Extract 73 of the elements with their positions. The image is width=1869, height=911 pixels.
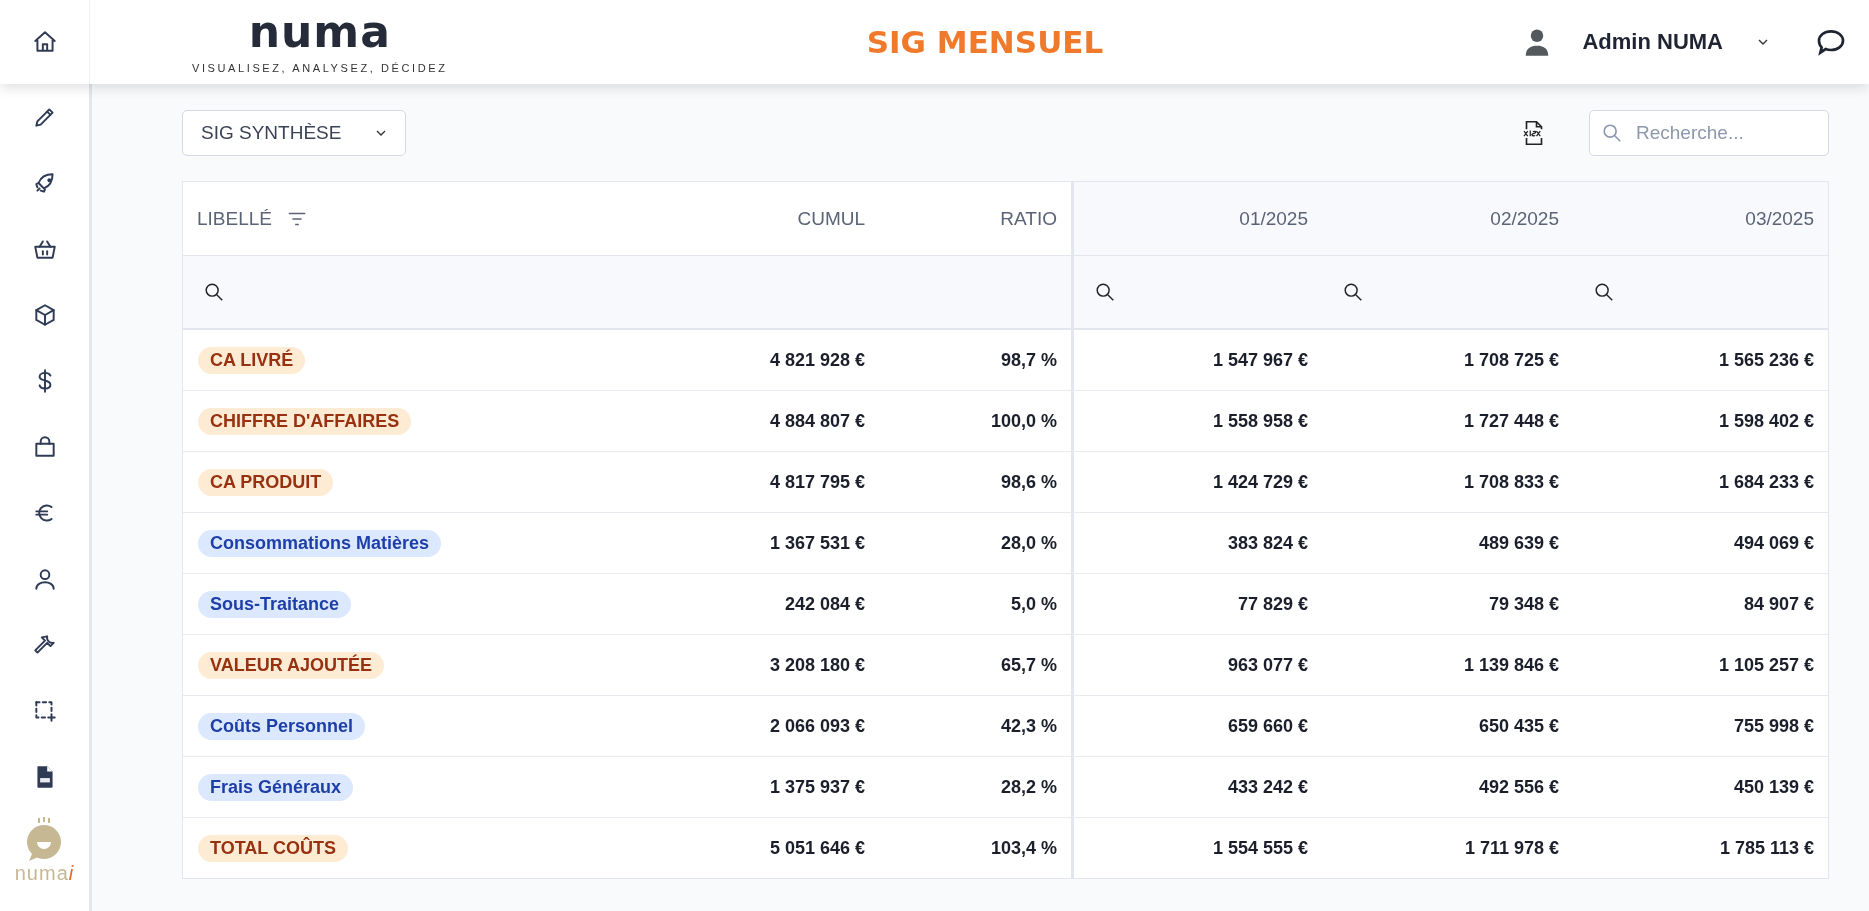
table-cell: 1 711 978 € [1464,837,1559,859]
table-cell: 42,3 % [1000,715,1057,737]
search-icon [1601,122,1623,144]
table-cell: 1 375 937 € [769,776,865,798]
column-header[interactable]: 01/2025 [1239,207,1308,230]
table-cell: 1 139 846 € [1463,654,1559,676]
table-cell: 1 708 833 € [1463,471,1559,493]
chatbot-logo-text: numai [14,862,75,885]
table-cell: 1 565 236 € [1718,349,1814,371]
search-icon[interactable] [1593,281,1615,303]
table-cell: 77 829 € [1237,593,1308,615]
table-cell: 98,6 % [1000,471,1057,493]
table-cell: 755 998 € [1733,715,1814,737]
table-cell: 28,0 % [1000,532,1057,554]
column-header[interactable]: 03/2025 [1745,207,1814,230]
table-cell: 79 348 € [1488,593,1559,615]
row-label-tag: CHIFFRE D'AFFAIRES [198,407,412,435]
table-cell: 383 824 € [1227,532,1308,554]
table-cell: 1 727 448 € [1463,410,1559,432]
table-cell: 1 424 729 € [1212,471,1308,493]
row-label-tag: TOTAL COÛTS [198,834,348,862]
search-icon[interactable] [1342,281,1364,303]
table-cell: 492 556 € [1478,776,1559,798]
column-header[interactable]: CUMUL [797,207,865,230]
table-cell: 1 684 233 € [1718,471,1814,493]
table-cell: 103,4 % [990,837,1057,859]
view-select[interactable]: SIG SYNTHÈSE [182,110,406,156]
table-cell: 489 639 € [1478,532,1559,554]
table-cell: 494 069 € [1733,532,1814,554]
table-cell: 650 435 € [1478,715,1559,737]
brand-tagline: VISUALISEZ, ANALYSEZ, DÉCIDEZ [192,62,448,74]
table-cell: 5 051 646 € [769,837,865,859]
home-icon[interactable] [31,29,58,55]
table-cell: 5,0 % [1010,593,1057,615]
row-label-tag: CA LIVRÉ [198,346,306,374]
row-label-tag: Consommations Matières [198,529,442,557]
row-label-tag: Frais Généraux [198,773,354,801]
search-field[interactable]: Recherche... [1589,110,1829,156]
table-cell: 1 708 725 € [1463,349,1559,371]
table-cell: 4 821 928 € [769,349,865,371]
table-cell: 1 547 967 € [1212,349,1308,371]
row-label-tag: Coûts Personnel [198,712,366,740]
search-icon[interactable] [1094,281,1116,303]
table-cell: 659 660 € [1227,715,1308,737]
table-cell: 98,7 % [1000,349,1057,371]
row-label-tag: Sous-Traitance [198,590,352,618]
table-cell: 1 367 531 € [769,532,865,554]
table-cell: 1 105 257 € [1718,654,1814,676]
user-name[interactable]: Admin NUMA [1582,29,1723,55]
table-cell: 2 066 093 € [769,715,865,737]
column-header[interactable]: LIBELLÉ [197,207,272,230]
table-cell: 1 558 958 € [1212,410,1308,432]
table-cell: 28,2 % [1000,776,1057,798]
table-cell: 4 884 807 € [769,410,865,432]
table-cell: 3 208 180 € [769,654,865,676]
search-icon[interactable] [203,281,225,303]
table-cell: 1 554 555 € [1212,837,1308,859]
table-cell: 963 077 € [1227,654,1308,676]
table-cell: 4 817 795 € [769,471,865,493]
column-header[interactable]: RATIO [1000,207,1057,230]
table-cell: 1 598 402 € [1718,410,1814,432]
page-title: SIG MENSUEL [865,24,1105,60]
row-label-tag: VALEUR AJOUTÉE [198,651,385,679]
column-header[interactable]: 02/2025 [1490,207,1559,230]
table-cell: 84 907 € [1743,593,1814,615]
brand-logo: numa [248,10,391,54]
table-cell: 100,0 % [990,410,1057,432]
table-cell: 450 139 € [1733,776,1814,798]
table-cell: 1 785 113 € [1719,837,1814,859]
table-cell: 433 242 € [1227,776,1308,798]
table-cell: 65,7 % [1000,654,1057,676]
row-label-tag: CA PRODUIT [198,468,334,496]
table-cell: 242 084 € [784,593,865,615]
